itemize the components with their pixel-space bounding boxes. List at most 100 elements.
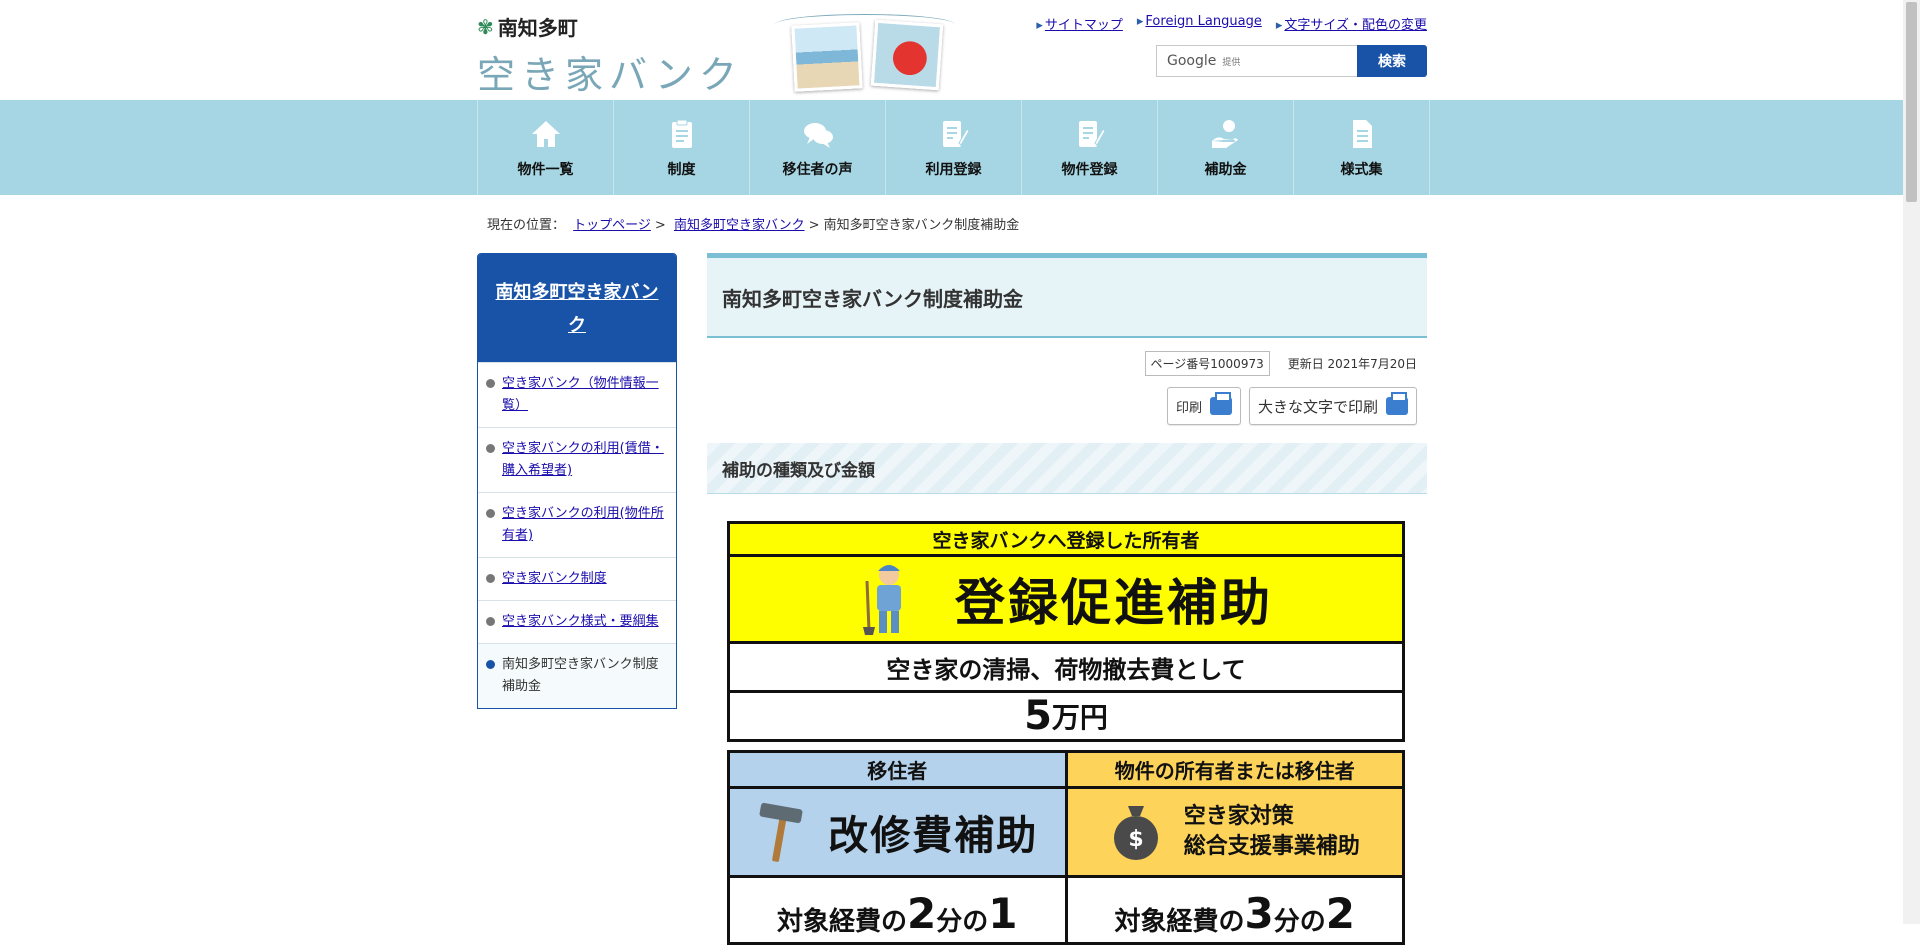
renovation-title: 改修費補助 bbox=[828, 813, 1039, 859]
google-provided-label: 提供 bbox=[1222, 57, 1241, 68]
nav-label: 補助金 bbox=[1204, 161, 1247, 178]
comprehensive-ratio: 対象経費の 3 分の 2 bbox=[1067, 875, 1402, 942]
document-pen-icon bbox=[942, 120, 970, 147]
ratio-numerator: 2 bbox=[1325, 889, 1355, 938]
registration-title: 登録促進補助 bbox=[955, 574, 1273, 632]
print-buttons: 印刷 大きな文字で印刷 bbox=[1166, 387, 1417, 425]
page-title: 南知多町空き家バンク制度補助金 bbox=[707, 253, 1427, 338]
sidebar: 南知多町空き家バンク 空き家バンク（物件情報一覧） 空き家バンクの利用(賃借・購… bbox=[477, 253, 677, 709]
nav-item-subsidy[interactable]: 補助金 bbox=[1157, 100, 1293, 195]
sidebar-link[interactable]: 空き家バンク制度 bbox=[502, 571, 607, 586]
comprehensive-caption: 物件の所有者または移住者 bbox=[1067, 753, 1402, 789]
sea-bream-photo bbox=[870, 19, 944, 91]
clipboard-icon bbox=[671, 119, 692, 148]
updated-date: 更新日 2021年7月20日 bbox=[1287, 357, 1417, 371]
registration-subsidy-box: 空き家バンクへ登録した所有者 登録促進補助 空き家の清掃、荷物撤去費として 5万… bbox=[727, 521, 1405, 742]
registration-amount: 5 万円 bbox=[730, 690, 1402, 739]
renovation-title-band: 改修費補助 bbox=[730, 789, 1065, 875]
town-name: 南知多町 bbox=[497, 16, 578, 40]
ratio-prefix: 対象経費の bbox=[777, 907, 908, 937]
comprehensive-title-line2: 総合支援事業補助 bbox=[1183, 834, 1360, 859]
print-button[interactable]: 印刷 bbox=[1166, 387, 1241, 425]
page-meta: ページ番号1000973 更新日 2021年7月20日 bbox=[1144, 351, 1417, 376]
sidebar-link[interactable]: 空き家バンク（物件情報一覧） bbox=[502, 376, 659, 413]
town-logo[interactable]: ✾ 南知多町 bbox=[477, 12, 578, 41]
printer-icon bbox=[1209, 392, 1232, 415]
house-icon bbox=[531, 120, 560, 147]
header-photos bbox=[775, 4, 955, 94]
registration-caption: 空き家バンクへ登録した所有者 bbox=[730, 524, 1402, 557]
search-button[interactable]: 検索 bbox=[1357, 45, 1427, 77]
foreign-language-link[interactable]: Foreign Language bbox=[1137, 14, 1261, 33]
nav-label: 物件登録 bbox=[1061, 161, 1118, 178]
nav-item-voices[interactable]: 移住者の声 bbox=[749, 100, 885, 195]
town-emblem-icon: ✾ bbox=[477, 14, 494, 39]
sidebar-link[interactable]: 空き家バンク様式・要綱集 bbox=[502, 614, 659, 629]
site-title-logo[interactable]: 空き家バンク bbox=[477, 44, 743, 99]
ratio-denominator: 3 bbox=[1244, 889, 1274, 938]
breadcrumb-akiya-bank[interactable]: 南知多町空き家バンク bbox=[674, 218, 805, 233]
sidebar-link[interactable]: 空き家バンクの利用(物件所有者) bbox=[502, 506, 664, 543]
main-content: 南知多町空き家バンク制度補助金 ページ番号1000973 更新日 2021年7月… bbox=[707, 253, 1427, 945]
vertical-scrollbar[interactable] bbox=[1903, 0, 1920, 924]
hand-coin-icon bbox=[1211, 119, 1238, 148]
nav-label: 利用登録 bbox=[925, 161, 982, 178]
nav-item-property-registration[interactable]: 物件登録 bbox=[1021, 100, 1157, 195]
nav-label: 様式集 bbox=[1340, 161, 1383, 178]
document-pen-icon bbox=[1078, 120, 1106, 147]
print-large-button[interactable]: 大きな文字で印刷 bbox=[1248, 387, 1417, 425]
comprehensive-title: 空き家対策 総合支援事業補助 bbox=[1184, 802, 1360, 862]
nav-label: 制度 bbox=[667, 161, 696, 178]
sidebar-item-property-info: 空き家バンク（物件情報一覧） bbox=[478, 362, 676, 427]
renovation-subsidy: 移住者 改修費補助 対象経費の 2 分の 1 bbox=[730, 753, 1065, 942]
printer-icon bbox=[1386, 392, 1408, 415]
ratio-denominator: 2 bbox=[907, 889, 937, 938]
sidebar-item-system: 空き家バンク制度 bbox=[478, 557, 676, 600]
sidebar-item-use-owners: 空き家バンクの利用(物件所有者) bbox=[478, 492, 676, 557]
money-bag-icon: $ bbox=[1113, 806, 1158, 860]
ratio-prefix: 対象経費の bbox=[1114, 907, 1245, 937]
comprehensive-support-subsidy: 物件の所有者または移住者 $ 空き家対策 総合支援事業補助 対象経費の 3 分の 2 bbox=[1064, 753, 1402, 942]
scrollbar-thumb[interactable] bbox=[1906, 2, 1917, 202]
utility-links: サイトマップ Foreign Language 文字サイズ・配色の変更 bbox=[1036, 14, 1427, 33]
amount-unit: 万円 bbox=[1051, 701, 1108, 734]
google-label: Google bbox=[1167, 53, 1217, 69]
beach-photo bbox=[791, 22, 863, 92]
comprehensive-title-line1: 空き家対策 bbox=[1183, 804, 1294, 829]
nav-label: 物件一覧 bbox=[517, 161, 574, 178]
amount-number: 5 bbox=[1024, 693, 1052, 739]
subsidy-columns: 移住者 改修費補助 対象経費の 2 分の 1 物件の所有者または移住者 $ 空き家対策… bbox=[727, 750, 1405, 945]
nav-label: 移住者の声 bbox=[782, 161, 853, 178]
ratio-mid: 分の bbox=[1273, 907, 1326, 937]
print-label: 印刷 bbox=[1175, 400, 1202, 416]
breadcrumb-current: 南知多町空き家バンク制度補助金 bbox=[823, 218, 1020, 233]
nav-item-system[interactable]: 制度 bbox=[613, 100, 749, 195]
comprehensive-title-band: $ 空き家対策 総合支援事業補助 bbox=[1067, 789, 1402, 875]
nav-item-property-list[interactable]: 物件一覧 bbox=[477, 100, 613, 195]
print-large-label: 大きな文字で印刷 bbox=[1257, 397, 1378, 416]
nav-item-forms[interactable]: 様式集 bbox=[1293, 100, 1430, 195]
breadcrumb-prefix: 現在の位置： bbox=[487, 218, 566, 233]
search-input[interactable]: Google 提供 bbox=[1156, 45, 1357, 77]
site-search: Google 提供 検索 bbox=[1156, 45, 1427, 77]
breadcrumb: 現在の位置： トップページ > 南知多町空き家バンク > 南知多町空き家バンク制度補… bbox=[487, 218, 1020, 233]
registration-title-band: 登録促進補助 bbox=[730, 557, 1402, 641]
text-size-color-link[interactable]: 文字サイズ・配色の変更 bbox=[1276, 14, 1427, 33]
document-icon bbox=[1352, 119, 1372, 148]
sidebar-item-forms: 空き家バンク様式・要綱集 bbox=[478, 600, 676, 643]
subsidy-graphic: 空き家バンクへ登録した所有者 登録促進補助 空き家の清掃、荷物撤去費として 5万… bbox=[727, 521, 1405, 945]
renovation-caption: 移住者 bbox=[730, 753, 1065, 789]
breadcrumb-top[interactable]: トップページ bbox=[573, 218, 651, 233]
renovation-ratio: 対象経費の 2 分の 1 bbox=[730, 875, 1065, 942]
section-heading: 補助の種類及び金額 bbox=[707, 443, 1427, 494]
svg-text:$: $ bbox=[1128, 827, 1143, 852]
hammer-icon bbox=[759, 802, 803, 862]
nav-item-user-registration[interactable]: 利用登録 bbox=[885, 100, 1021, 195]
sitemap-link[interactable]: サイトマップ bbox=[1036, 14, 1123, 33]
page-number: ページ番号1000973 bbox=[1144, 351, 1270, 376]
sidebar-link[interactable]: 空き家バンクの利用(賃借・購入希望者) bbox=[502, 441, 664, 478]
sidebar-item-current: 南知多町空き家バンク制度補助金 bbox=[478, 643, 676, 708]
sidebar-heading[interactable]: 南知多町空き家バンク bbox=[478, 254, 676, 362]
global-nav: 物件一覧 制度 移住者の声 利用登録 物件登録 補助金 様式集 bbox=[0, 100, 1903, 195]
sidebar-item-use-buyers: 空き家バンクの利用(賃借・購入希望者) bbox=[478, 427, 676, 492]
